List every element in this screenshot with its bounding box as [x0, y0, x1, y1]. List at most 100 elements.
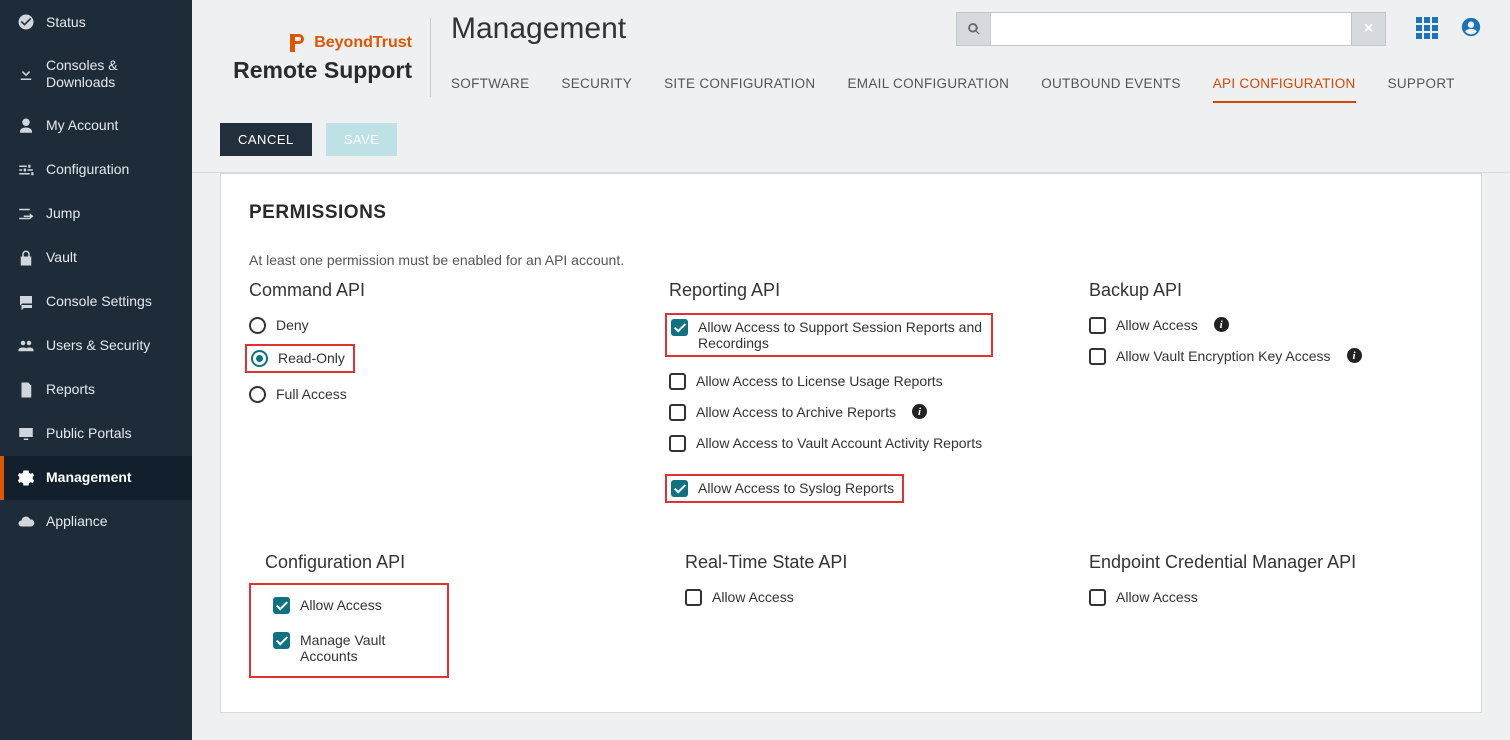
radio-read-only[interactable]: Read-Only [251, 350, 345, 367]
sidebar-item-label: Configuration [46, 161, 129, 178]
search-button[interactable] [956, 12, 990, 46]
main: BeyondTrust Remote Support Management × … [192, 0, 1510, 740]
action-bar: CANCEL SAVE [192, 103, 1510, 173]
check-license-usage[interactable]: Allow Access to License Usage Reports [669, 373, 1089, 390]
sliders-icon [14, 161, 38, 179]
search-input[interactable] [990, 12, 1352, 46]
sidebar-item-label: Public Portals [46, 425, 132, 442]
sidebar-item-label: Users & Security [46, 337, 150, 354]
option-label: Allow Access [1116, 589, 1198, 605]
brand-product: Remote Support [220, 57, 412, 84]
monitor-icon [14, 425, 38, 443]
brand: BeyondTrust Remote Support [220, 31, 430, 84]
sidebar: Status Consoles & Downloads My Account C… [0, 0, 192, 740]
tab-support[interactable]: SUPPORT [1388, 76, 1455, 103]
option-label: Allow Vault Encryption Key Access [1116, 348, 1331, 364]
chat-icon [14, 293, 38, 311]
sidebar-item-console-settings[interactable]: Console Settings [0, 280, 192, 324]
checkbox-icon [669, 373, 686, 390]
section-title: Configuration API [249, 552, 669, 573]
cloud-icon [14, 513, 38, 531]
user-menu-icon[interactable] [1460, 16, 1482, 43]
check-syslog-reports[interactable]: Allow Access to Syslog Reports [671, 480, 894, 497]
check-vault-encryption[interactable]: Allow Vault Encryption Key Access i [1089, 348, 1453, 365]
info-icon[interactable]: i [1214, 317, 1229, 332]
sidebar-item-vault[interactable]: Vault [0, 236, 192, 280]
sidebar-item-configuration[interactable]: Configuration [0, 148, 192, 192]
check-archive-reports[interactable]: Allow Access to Archive Reports i [669, 404, 1089, 421]
check-config-allow[interactable]: Allow Access [273, 597, 439, 614]
command-api-section: Command API Deny Read-Only Full Access [249, 280, 669, 502]
sidebar-item-label: My Account [46, 117, 118, 134]
sidebar-item-public-portals[interactable]: Public Portals [0, 412, 192, 456]
check-ecm-allow[interactable]: Allow Access [1089, 589, 1453, 606]
tab-outbound-events[interactable]: OUTBOUND EVENTS [1041, 76, 1181, 103]
search-clear-button[interactable]: × [1352, 12, 1386, 46]
radio-icon [251, 350, 268, 367]
search-icon [967, 22, 981, 36]
tab-api-configuration[interactable]: API CONFIGURATION [1213, 76, 1356, 103]
checkbox-icon [273, 597, 290, 614]
save-button[interactable]: SAVE [326, 123, 398, 156]
checkbox-icon [1089, 348, 1106, 365]
brand-logo: BeyondTrust [220, 31, 412, 55]
check-vault-activity[interactable]: Allow Access to Vault Account Activity R… [669, 435, 1089, 452]
sidebar-item-label: Consoles & Downloads [46, 57, 178, 91]
sidebar-item-label: Reports [46, 381, 95, 398]
option-label: Allow Access to Vault Account Activity R… [696, 435, 982, 451]
backup-api-section: Backup API Allow Access i Allow Vault En… [1089, 280, 1453, 502]
sidebar-item-label: Console Settings [46, 293, 152, 310]
check-manage-vault[interactable]: Manage Vault Accounts [273, 632, 439, 664]
sidebar-item-status[interactable]: Status [0, 0, 192, 44]
reporting-api-section: Reporting API Allow Access to Support Se… [669, 280, 1089, 502]
sidebar-item-appliance[interactable]: Appliance [0, 500, 192, 544]
lock-icon [14, 249, 38, 267]
gear-icon [14, 469, 38, 487]
sidebar-item-consoles[interactable]: Consoles & Downloads [0, 44, 192, 104]
radio-full-access[interactable]: Full Access [249, 386, 669, 403]
section-title: Reporting API [669, 280, 1089, 301]
apps-grid-icon[interactable] [1416, 17, 1440, 41]
sidebar-item-users-security[interactable]: Users & Security [0, 324, 192, 368]
section-title: Command API [249, 280, 669, 301]
checkbox-icon [671, 319, 688, 336]
section-title: Real-Time State API [669, 552, 1089, 573]
sidebar-item-myaccount[interactable]: My Account [0, 104, 192, 148]
tabs: SOFTWARE SECURITY SITE CONFIGURATION EMA… [451, 76, 1482, 103]
option-label: Allow Access to License Usage Reports [696, 373, 943, 389]
radio-deny[interactable]: Deny [249, 317, 669, 334]
check-support-session-reports[interactable]: Allow Access to Support Session Reports … [671, 319, 983, 351]
option-label: Manage Vault Accounts [300, 632, 439, 664]
sidebar-item-management[interactable]: Management [0, 456, 192, 500]
section-title: Backup API [1089, 280, 1453, 301]
option-label: Allow Access [712, 589, 794, 605]
top-right: Management × SOFTWARE SECURITY SITE CONF… [431, 12, 1482, 103]
sidebar-item-jump[interactable]: Jump [0, 192, 192, 236]
checkbox-icon [669, 404, 686, 421]
page-title: Management [451, 12, 956, 46]
radio-icon [249, 386, 266, 403]
check-backup-allow[interactable]: Allow Access i [1089, 317, 1453, 334]
sidebar-item-label: Vault [46, 249, 77, 266]
checkbox-icon [1089, 317, 1106, 334]
sidebar-item-label: Appliance [46, 513, 108, 530]
option-label: Allow Access to Archive Reports [696, 404, 896, 420]
tab-email-configuration[interactable]: EMAIL CONFIGURATION [847, 76, 1009, 103]
check-realtime-allow[interactable]: Allow Access [685, 589, 1089, 606]
option-label: Deny [276, 317, 309, 333]
sidebar-item-label: Jump [46, 205, 80, 222]
beyondtrust-logo-icon [284, 31, 308, 55]
tab-site-configuration[interactable]: SITE CONFIGURATION [664, 76, 815, 103]
tab-security[interactable]: SECURITY [561, 76, 632, 103]
user-icon [14, 117, 38, 135]
cancel-button[interactable]: CANCEL [220, 123, 312, 156]
checkbox-icon [1089, 589, 1106, 606]
checkbox-icon [671, 480, 688, 497]
info-icon[interactable]: i [1347, 348, 1362, 363]
info-icon[interactable]: i [912, 404, 927, 419]
sidebar-item-reports[interactable]: Reports [0, 368, 192, 412]
checkbox-icon [685, 589, 702, 606]
tab-software[interactable]: SOFTWARE [451, 76, 529, 103]
option-label: Allow Access to Support Session Reports … [698, 319, 983, 351]
option-label: Allow Access to Syslog Reports [698, 480, 894, 496]
